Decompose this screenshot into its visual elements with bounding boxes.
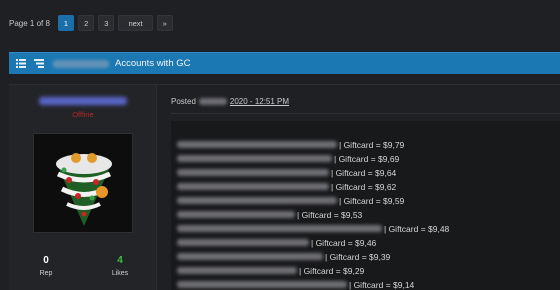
account-line: | Giftcard = $9,69 — [177, 153, 399, 164]
page-count: Page 1 of 8 — [9, 18, 50, 28]
account-redacted — [177, 183, 329, 190]
avatar[interactable] — [33, 133, 133, 233]
giftcard-text: | Giftcard = $9,39 — [325, 251, 391, 262]
post-body: | Giftcard = $9,79 | Giftcard = $9,69 | … — [171, 121, 560, 290]
giftcard-text: | Giftcard = $9,53 — [297, 209, 363, 220]
giftcard-text: | Giftcard = $9,59 — [339, 195, 405, 206]
account-redacted — [177, 239, 309, 246]
account-redacted — [177, 155, 332, 162]
giftcard-text: | Giftcard = $9,48 — [384, 223, 450, 234]
thread-title: Accounts with GC — [115, 58, 191, 69]
thread-header: Accounts with GC — [9, 52, 560, 74]
author-username-redacted[interactable] — [39, 97, 127, 105]
account-redacted — [177, 169, 329, 176]
account-redacted — [177, 211, 295, 218]
pagination: Page 1 of 8 1 2 3 next » — [9, 15, 173, 31]
account-redacted — [177, 267, 297, 274]
post: Offline 0 Rep 4 Likes Posted 2020 - 12:5… — [9, 84, 560, 290]
giftcard-text: | Giftcard = $9,62 — [331, 181, 397, 192]
reputation-stat[interactable]: 0 Rep — [9, 255, 83, 277]
linear-view-icon[interactable] — [15, 58, 27, 70]
account-redacted — [177, 141, 337, 148]
post-meta: Posted 2020 - 12:51 PM — [171, 97, 289, 106]
next-page-button[interactable]: next — [118, 15, 153, 31]
account-redacted — [177, 225, 382, 232]
likes-value: 4 — [117, 255, 123, 266]
account-line: | Giftcard = $9,29 — [177, 265, 364, 276]
account-line: | Giftcard = $9,59 — [177, 195, 404, 206]
reputation-label: Rep — [39, 270, 53, 277]
posted-label: Posted — [171, 97, 196, 106]
post-date-redacted — [198, 98, 227, 105]
giftcard-text: | Giftcard = $9,69 — [334, 153, 400, 164]
post-author-panel: Offline 0 Rep 4 Likes — [9, 85, 157, 290]
forum-page: Page 1 of 8 1 2 3 next » Accounts with G… — [0, 0, 560, 290]
thread-prefix-redacted — [53, 59, 109, 68]
account-line: | Giftcard = $9,46 — [177, 237, 376, 248]
account-line: | Giftcard = $9,53 — [177, 209, 362, 220]
account-line: | Giftcard = $9,79 — [177, 139, 404, 150]
account-redacted — [177, 197, 337, 204]
giftcard-text: | Giftcard = $9,29 — [299, 265, 365, 276]
last-page-button[interactable]: » — [156, 15, 173, 31]
author-stats: 0 Rep 4 Likes — [9, 255, 157, 277]
account-redacted — [177, 281, 347, 288]
reputation-value: 0 — [43, 255, 49, 266]
giftcard-text: | Giftcard = $9,79 — [339, 139, 405, 150]
account-line: | Giftcard = $9,39 — [177, 251, 390, 262]
likes-stat[interactable]: 4 Likes — [83, 255, 157, 277]
post-content: Posted 2020 - 12:51 PM | Giftcard = $9,7… — [157, 85, 560, 290]
page-1-button[interactable]: 1 — [57, 15, 75, 31]
account-redacted — [177, 253, 323, 260]
author-status: Offline — [72, 110, 94, 119]
account-line: | Giftcard = $9,62 — [177, 181, 396, 192]
post-date[interactable]: 2020 - 12:51 PM — [230, 97, 289, 106]
giftcard-text: | Giftcard = $9,46 — [311, 237, 377, 248]
account-line: | Giftcard = $9,64 — [177, 167, 396, 178]
account-line: | Giftcard = $9,48 — [177, 223, 449, 234]
page-3-button[interactable]: 3 — [98, 15, 115, 31]
divider — [171, 113, 560, 114]
account-line: | Giftcard = $9,14 — [177, 279, 414, 290]
page-2-button[interactable]: 2 — [78, 15, 95, 31]
giftcard-text: | Giftcard = $9,64 — [331, 167, 397, 178]
threaded-view-icon[interactable] — [33, 58, 45, 70]
likes-label: Likes — [111, 270, 129, 277]
giftcard-text: | Giftcard = $9,14 — [349, 279, 415, 290]
